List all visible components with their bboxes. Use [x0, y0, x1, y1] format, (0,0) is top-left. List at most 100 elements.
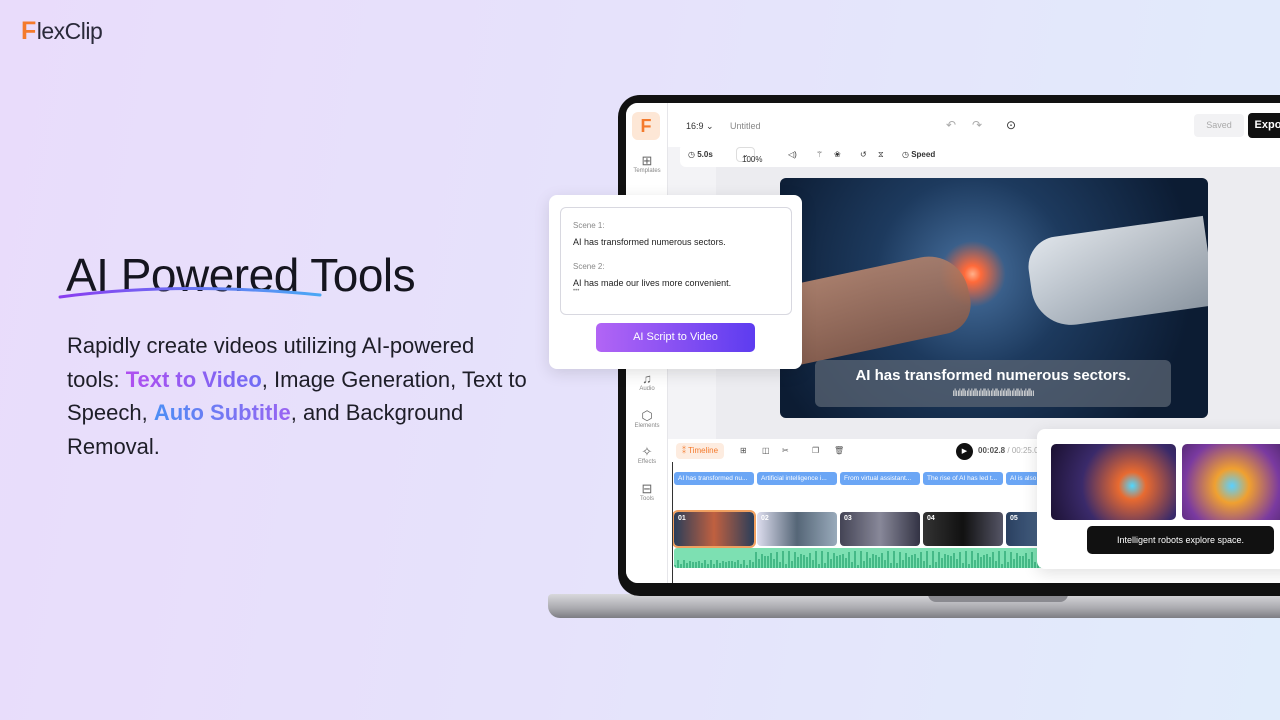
ai-script-to-video-button[interactable]: AI Script to Video	[596, 323, 755, 352]
sidebar-item-effects[interactable]: ✧ Effects	[626, 444, 668, 465]
waveform-bar	[911, 555, 913, 568]
waveform-bar	[881, 552, 883, 568]
waveform-bar	[743, 560, 745, 568]
playhead[interactable]	[672, 462, 673, 583]
video-clip[interactable]: 04	[923, 512, 1003, 546]
waveform-bar	[689, 561, 691, 568]
waveform-bar	[767, 555, 769, 568]
waveform-bar	[827, 551, 829, 568]
waveform-bar	[734, 562, 736, 568]
delete-icon[interactable]: 🗑	[834, 446, 844, 455]
waveform-bar	[806, 557, 808, 568]
waveform-bar	[902, 559, 904, 568]
waveform-bar	[998, 551, 1000, 568]
script-input[interactable]: Scene 1: AI has transformed numerous sec…	[560, 207, 792, 315]
waveform-bar	[1025, 553, 1027, 568]
waveform-bar	[1022, 555, 1024, 568]
waveform-bar	[899, 551, 901, 568]
scene-1-label: Scene 1:	[573, 221, 605, 230]
undo-icon[interactable]: ↶	[946, 118, 956, 132]
logo-mark: F	[21, 17, 36, 45]
waveform-bar	[674, 565, 676, 568]
video-caption[interactable]: AI has transformed numerous sectors. ılıı…	[815, 360, 1171, 407]
waveform-bar	[842, 553, 844, 568]
timeline-tab[interactable]: ⁑ Timeline	[676, 443, 725, 459]
waveform-bar	[845, 558, 847, 568]
waveform-bar	[752, 561, 754, 568]
sidebar-item-elements[interactable]: ⬡ Elements	[626, 408, 668, 429]
more-indicator: •••	[573, 288, 580, 294]
effects-icon: ✧	[641, 444, 653, 459]
flip-icon[interactable]: ⧖	[878, 150, 884, 160]
waveform-bar	[986, 554, 988, 568]
waveform-bar	[935, 561, 937, 568]
waveform-bar	[983, 554, 985, 568]
app-logo[interactable]: F	[632, 112, 660, 140]
waveform-bar	[815, 551, 817, 568]
ai-script-card: Scene 1: AI has transformed numerous sec…	[549, 195, 802, 369]
waveform-bar	[1013, 558, 1015, 568]
waveform-bar	[854, 551, 856, 568]
waveform-bar	[962, 562, 964, 568]
generated-image[interactable]	[1051, 444, 1176, 520]
rotate-icon[interactable]: ↺	[860, 150, 867, 159]
video-clip[interactable]: 03	[840, 512, 920, 546]
image-prompt-input[interactable]: Intelligent robots explore space.	[1087, 526, 1274, 554]
subtitle-clip[interactable]: Artificial intelligence i...	[757, 472, 837, 485]
subtitle-clip[interactable]: AI has transformed nu...	[674, 472, 754, 485]
preview-icon[interactable]: ⊙	[1006, 118, 1016, 132]
generated-image[interactable]	[1182, 444, 1280, 520]
sidebar-item-audio[interactable]: ♫ Audio	[626, 371, 668, 392]
waveform-bar	[710, 560, 712, 568]
volume-icon[interactable]: ◁)	[788, 150, 797, 159]
duplicate-icon[interactable]: ❐	[812, 446, 819, 455]
waveform-bar	[803, 554, 805, 568]
add-icon[interactable]: ⊞	[740, 446, 747, 455]
waveform-bar	[785, 564, 787, 568]
image-generation-panel: Intelligent robots explore space.	[1037, 429, 1280, 569]
scissors-icon[interactable]: ✂	[782, 446, 789, 455]
waveform-bar	[731, 561, 733, 568]
zoom-select[interactable]: 100% ⌄	[736, 147, 762, 164]
video-clip[interactable]: 01	[672, 510, 756, 548]
waveform-bar	[953, 553, 955, 568]
video-preview[interactable]: AI has transformed numerous sectors. ılıı…	[780, 178, 1208, 418]
redo-icon[interactable]: ↷	[972, 118, 982, 132]
split-icon[interactable]: ◫	[762, 446, 770, 455]
audio-waveform-icon: ılıılıllıılılıllıılıllılıılıllıılılıllıı…	[952, 388, 1035, 399]
speed-control[interactable]: ◷ Speed	[902, 150, 935, 159]
video-clip[interactable]: 02	[757, 512, 837, 546]
waveform-bar	[821, 551, 823, 568]
project-title[interactable]: Untitled	[730, 121, 761, 131]
subtitle-clip[interactable]: The rise of AI has led t...	[923, 472, 1003, 485]
waveform-bar	[1028, 558, 1030, 568]
waveform-bar	[680, 563, 682, 568]
flexclip-logo[interactable]: FlexClip	[21, 17, 103, 46]
waveform-bar	[980, 556, 982, 568]
duration-control[interactable]: ◷ 5.0s	[688, 150, 713, 159]
waveform-bar	[995, 560, 997, 568]
scene-2-text: AI has made our lives more convenient.	[573, 278, 732, 288]
magic-icon[interactable]: ⚚	[816, 150, 823, 159]
waveform-bar	[1019, 555, 1021, 568]
subtitle-clip[interactable]: From virtual assistant...	[840, 472, 920, 485]
waveform-bar	[893, 551, 895, 568]
filter-icon[interactable]: ❀	[834, 150, 841, 159]
waveform-bar	[1010, 551, 1012, 568]
waveform-bar	[812, 560, 814, 568]
waveform-bar	[800, 554, 802, 568]
waveform-bar	[947, 555, 949, 568]
waveform-bar	[836, 556, 838, 568]
play-button[interactable]: ▶	[956, 443, 973, 460]
subtitle-track: AI has transformed nu... Artificial inte…	[674, 472, 1046, 485]
sidebar-item-tools[interactable]: ⊟ Tools	[626, 481, 668, 502]
waveform-bar	[758, 558, 760, 568]
waveform-bar	[818, 563, 820, 568]
export-button[interactable]: Export →	[1248, 113, 1280, 138]
scene-2-label: Scene 2:	[573, 262, 605, 271]
waveform-bar	[833, 553, 835, 568]
sidebar-item-templates[interactable]: ⊞ Templates	[626, 153, 668, 174]
waveform-bar	[950, 556, 952, 568]
waveform-bar	[809, 552, 811, 568]
aspect-ratio-select[interactable]: 16:9 ⌄	[686, 121, 714, 132]
